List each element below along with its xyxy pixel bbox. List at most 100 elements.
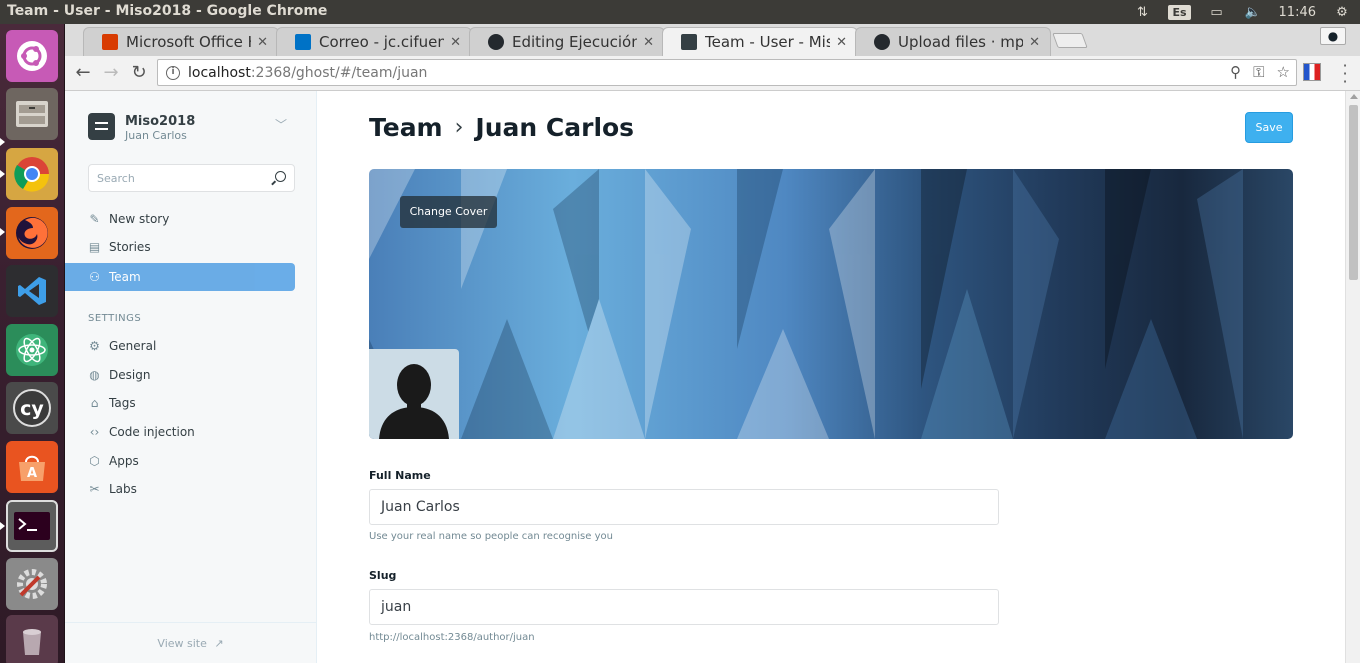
close-tab-icon[interactable]: ✕ [1029, 35, 1040, 50]
close-tab-icon[interactable]: ✕ [450, 35, 461, 50]
close-tab-icon[interactable]: ✕ [643, 35, 654, 50]
network-icon[interactable]: ⇅ [1132, 4, 1152, 20]
running-indicator [0, 228, 5, 236]
labs-icon: ✂ [89, 481, 100, 496]
tab-label: Upload files · mpue [898, 33, 1024, 51]
code-icon: ‹› [89, 424, 100, 439]
sidebar-item-label: Labs [109, 482, 137, 496]
keyboard-layout-indicator[interactable]: Es [1168, 4, 1191, 20]
system-tray: ⇅ Es ▭ 🔈 11:46 ⚙ [1132, 0, 1360, 24]
battery-icon[interactable]: ▭ [1207, 4, 1227, 20]
design-icon: ◍ [89, 367, 100, 382]
settings-heading: SETTINGS [88, 313, 142, 324]
new-tab-button[interactable] [1052, 33, 1088, 48]
slug-field[interactable]: juan [369, 589, 999, 625]
browser-tab[interactable]: Microsoft Office Ho ✕ [83, 27, 279, 56]
sidebar-item-general[interactable]: ⚙ General [65, 332, 295, 360]
sidebar-item-team[interactable]: ⚇ Team [65, 263, 295, 291]
firefox-icon[interactable] [6, 207, 58, 259]
scrollbar-thumb[interactable] [1349, 105, 1358, 280]
browser-tab-strip: Microsoft Office Ho ✕ Correo - jc.cifuen… [65, 24, 1360, 56]
full-name-field[interactable]: Juan Carlos [369, 489, 999, 525]
sidebar-item-labs[interactable]: ✂ Labs [65, 475, 295, 503]
cypress-icon[interactable]: cy [6, 382, 58, 434]
vscode-icon[interactable] [6, 265, 58, 317]
files-icon[interactable] [6, 88, 58, 140]
search-input[interactable]: Search [88, 164, 295, 192]
volume-icon[interactable]: 🔈 [1243, 4, 1263, 20]
address-bar[interactable]: i localhost:2368/ghost/#/team/juan ⚲ ⚿ ☆ [157, 59, 1297, 86]
ghost-icon [681, 34, 697, 50]
close-tab-icon[interactable]: ✕ [836, 35, 847, 50]
sidebar-item-label: Team [109, 270, 141, 284]
close-tab-icon[interactable]: ✕ [257, 35, 268, 50]
sidebar-item-label: Code injection [109, 425, 195, 439]
change-cover-button[interactable]: Change Cover [400, 196, 497, 228]
forward-arrow-icon[interactable]: → [99, 61, 123, 85]
browser-tab-active[interactable]: Team - User - Miso20 ✕ [662, 27, 858, 56]
sidebar-item-design[interactable]: ◍ Design [65, 361, 295, 389]
sidebar-item-label: Stories [109, 240, 151, 254]
browser-tab[interactable]: Editing Ejecución d ✕ [469, 27, 665, 56]
view-site-label: View site [157, 637, 207, 650]
page-scrollbar[interactable] [1345, 91, 1360, 663]
sidebar-item-stories[interactable]: ▤ Stories [65, 233, 295, 261]
sidebar-item-apps[interactable]: ⬡ Apps [65, 447, 295, 475]
svg-text:cy: cy [20, 398, 44, 420]
profile-image-upload[interactable] [369, 349, 459, 439]
tag-icon: ⌂ [90, 395, 99, 410]
cover-image: Change Cover [369, 169, 1293, 439]
breadcrumb-team-link[interactable]: Team [369, 113, 443, 142]
external-link-icon: ↗ [214, 637, 224, 650]
page-title: Juan Carlos [475, 113, 635, 142]
chrome-icon[interactable] [6, 148, 58, 200]
stories-icon: ▤ [88, 239, 101, 254]
full-name-hint: Use your real name so people can recogni… [369, 531, 613, 542]
full-name-label: Full Name [369, 469, 431, 482]
profile-icon[interactable]: ● [1320, 27, 1346, 45]
ubuntu-dash-icon[interactable] [6, 30, 58, 82]
search-placeholder: Search [97, 172, 135, 185]
view-site-link[interactable]: View site ↗ [65, 622, 316, 663]
chrome-menu-icon[interactable]: · · · [1340, 58, 1350, 90]
clock[interactable]: 11:46 [1279, 5, 1316, 20]
blog-logo-icon[interactable] [88, 113, 115, 140]
sidebar-item-label: Design [109, 368, 151, 382]
save-button[interactable]: Save [1245, 112, 1293, 143]
software-center-icon[interactable]: A [6, 441, 58, 493]
sidebar-item-label: General [109, 339, 157, 353]
key-icon[interactable]: ⚿ [1253, 63, 1264, 81]
sidebar-item-label: New story [109, 212, 170, 226]
atom-icon[interactable] [6, 324, 58, 376]
reload-icon[interactable]: ↻ [127, 61, 151, 85]
site-info-icon[interactable]: i [166, 65, 180, 80]
blog-user-name[interactable]: Juan Carlos [125, 129, 187, 142]
breadcrumb: Team › Juan Carlos [369, 113, 634, 142]
terminal-icon[interactable] [6, 500, 58, 552]
slug-url-hint: http://localhost:2368/author/juan [369, 632, 535, 643]
blog-title[interactable]: Miso2018 [125, 114, 195, 129]
address-bar-actions: ⚲ ⚿ ☆ [1230, 63, 1290, 81]
scroll-up-arrow-icon[interactable] [1350, 94, 1358, 99]
sidebar-item-tags[interactable]: ⌂ Tags [65, 389, 295, 417]
back-arrow-icon[interactable]: ← [71, 61, 95, 85]
github-icon [874, 34, 890, 50]
outlook-icon [295, 34, 311, 50]
settings-gear-icon[interactable]: ⚙ [1332, 4, 1352, 20]
chevron-down-icon[interactable]: ﹀ [275, 116, 287, 133]
extension-icon[interactable] [1303, 63, 1321, 81]
browser-tab[interactable]: Upload files · mpue ✕ [855, 27, 1051, 56]
app-launcher: cy A [0, 24, 65, 663]
search-icon[interactable] [275, 171, 286, 182]
sidebar-item-new-story[interactable]: ✎ New story [65, 205, 295, 233]
chevron-right-icon: › [454, 115, 464, 140]
ghost-sidebar: Miso2018 Juan Carlos ﹀ Search ✎ New stor… [65, 91, 317, 663]
system-settings-icon[interactable] [6, 558, 58, 610]
github-icon [488, 34, 504, 50]
browser-toolbar: ← → ↻ i localhost:2368/ghost/#/team/juan… [65, 56, 1360, 91]
zoom-icon[interactable]: ⚲ [1230, 63, 1241, 81]
trash-icon[interactable] [6, 615, 58, 663]
sidebar-item-code-injection[interactable]: ‹› Code injection [65, 418, 295, 446]
bookmark-star-icon[interactable]: ☆ [1277, 63, 1290, 81]
browser-tab[interactable]: Correo - jc.cifuente ✕ [276, 27, 472, 56]
